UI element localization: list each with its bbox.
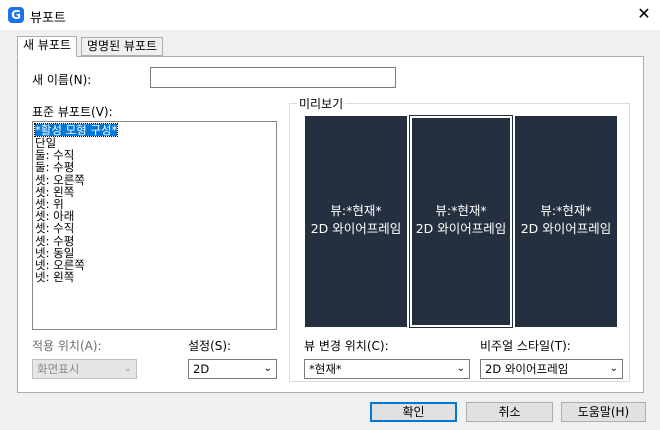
setup-value: 2D: [193, 362, 210, 376]
tab-new-viewports[interactable]: 새 뷰포트: [17, 36, 77, 57]
preview-label: 미리보기: [297, 95, 346, 112]
chevron-down-icon: ⌄: [123, 363, 132, 374]
preview-view-label: 뷰:*현재*: [435, 203, 487, 218]
new-name-label: 새 이름(N):: [32, 73, 92, 87]
app-icon: G: [8, 7, 24, 23]
standard-viewports-label: 표준 뷰포트(V):: [32, 105, 113, 119]
chevron-down-icon: ⌄: [609, 363, 618, 374]
preview-view-label: 뷰:*현재*: [540, 203, 592, 218]
visual-style-value: 2D 와이어프레임: [485, 362, 569, 376]
list-item[interactable]: *활성 모형 구성*: [33, 122, 119, 138]
setup-label: 설정(S):: [188, 339, 232, 353]
ok-button[interactable]: 확인: [370, 402, 457, 422]
list-item[interactable]: 셋: 수평: [35, 234, 274, 247]
preview-pane-center[interactable]: 뷰:*현재* 2D 와이어프레임: [409, 115, 513, 328]
list-item[interactable]: 셋: 수직: [35, 222, 274, 234]
list-item[interactable]: 셋: 오른쪽: [35, 173, 274, 186]
chevron-down-icon: ⌄: [456, 363, 465, 374]
change-view-value: *현재*: [309, 362, 342, 376]
change-view-label: 뷰 변경 위치(C):: [304, 339, 389, 353]
list-item[interactable]: 넷: 왼쪽: [35, 271, 274, 283]
visual-style-select[interactable]: 2D 와이어프레임 ⌄: [480, 359, 623, 379]
setup-select[interactable]: 2D ⌄: [188, 359, 277, 379]
preview-style-label: 2D 와이어프레임: [310, 221, 402, 236]
apply-to-select: 화면표시 ⌄: [32, 359, 137, 379]
visual-style-label: 비주얼 스타일(T):: [480, 339, 571, 353]
cancel-button[interactable]: 취소: [466, 402, 553, 422]
help-button[interactable]: 도움말(H): [561, 402, 646, 422]
preview-view-label: 뷰:*현재*: [330, 203, 382, 218]
chevron-down-icon: ⌄: [263, 363, 272, 374]
preview-pane-left[interactable]: 뷰:*현재* 2D 와이어프레임: [305, 116, 407, 327]
change-view-select[interactable]: *현재* ⌄: [304, 359, 470, 379]
window-title: 뷰포트: [30, 11, 66, 26]
preview-style-label: 2D 와이어프레임: [520, 221, 612, 236]
preview-style-label: 2D 와이어프레임: [415, 221, 507, 236]
apply-to-value: 화면표시: [37, 362, 80, 376]
list-item[interactable]: 둘: 수평: [35, 161, 274, 173]
close-icon[interactable]: ✕: [634, 4, 654, 24]
tab-named-viewports[interactable]: 명명된 뷰포트: [81, 37, 164, 56]
title-bar: [0, 0, 660, 30]
apply-to-label: 적용 위치(A):: [32, 339, 102, 353]
preview-pane-right[interactable]: 뷰:*현재* 2D 와이어프레임: [515, 116, 617, 327]
standard-viewports-list[interactable]: *활성 모형 구성* 단일 둘: 수직 둘: 수평 셋: 오른쪽 셋: 왼쪽 셋…: [32, 121, 277, 330]
list-item[interactable]: 셋: 왼쪽: [35, 186, 274, 198]
new-name-input[interactable]: [150, 67, 396, 88]
